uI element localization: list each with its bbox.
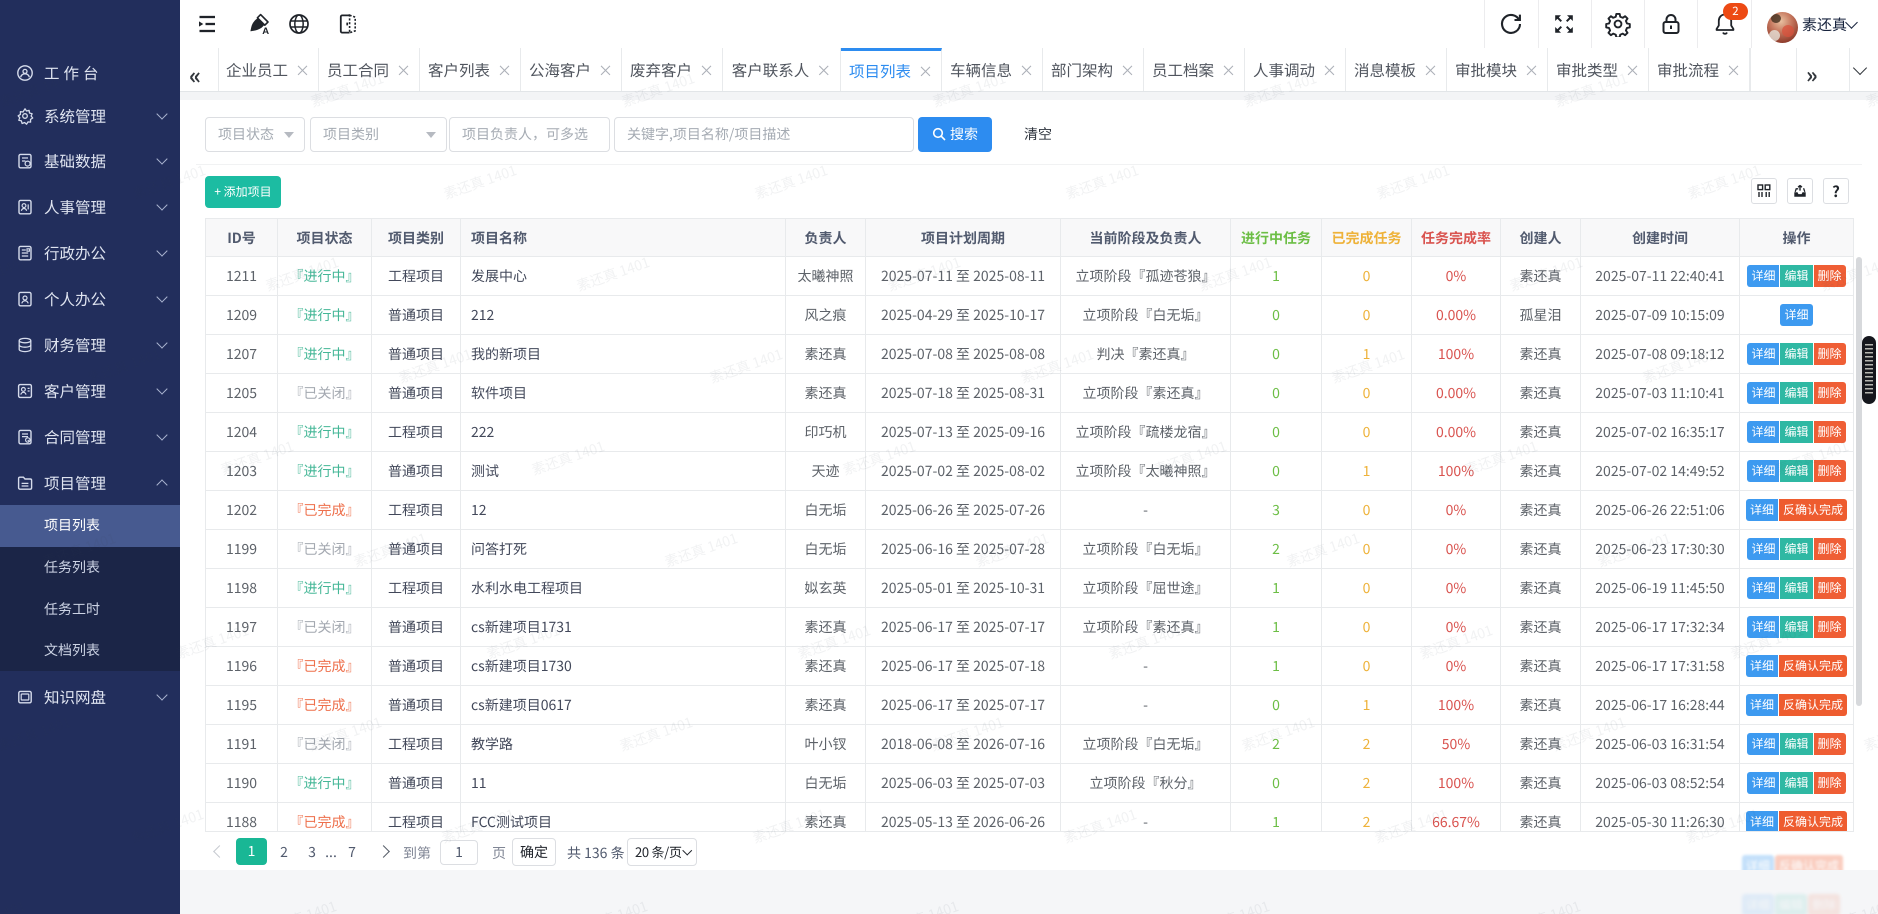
svg-text:A: A: [262, 26, 269, 36]
